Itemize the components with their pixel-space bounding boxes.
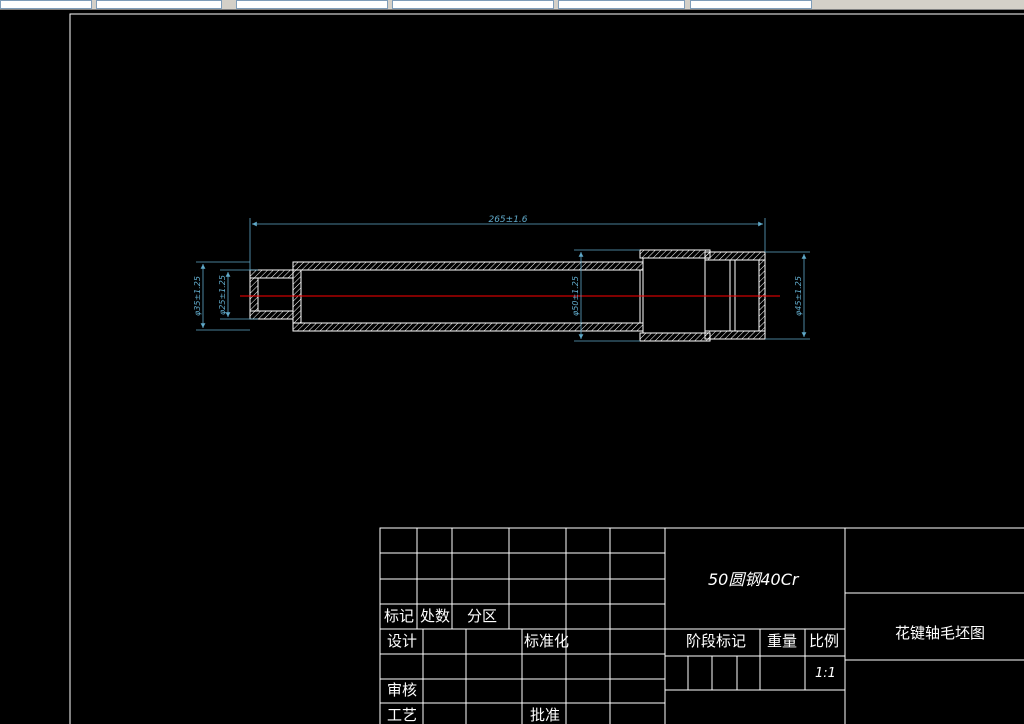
label-scale: 比例 xyxy=(809,632,839,650)
drawing-border xyxy=(69,13,1024,724)
label-stage-mark: 阶段标记 xyxy=(686,632,746,650)
label-zone: 分区 xyxy=(467,607,497,625)
scale-value: 1:1 xyxy=(815,666,836,681)
label-design: 设计 xyxy=(387,632,417,650)
drawing-canvas[interactable]: 265±1.6 φ35±1.25 φ25±1.25 φ50±1.25 φ45±1… xyxy=(0,0,1024,724)
shaft-blank-section[interactable] xyxy=(240,249,780,342)
label-count: 处数 xyxy=(420,607,450,625)
drawing-title: 花键轴毛坯图 xyxy=(895,624,985,642)
dim-dia-45: φ45±1.25 xyxy=(794,276,803,316)
label-mark: 标记 xyxy=(384,607,414,625)
material-text: 50圆钢40Cr xyxy=(708,570,800,589)
label-standardize: 标准化 xyxy=(524,632,569,650)
label-weight: 重量 xyxy=(767,632,797,650)
label-process: 工艺 xyxy=(387,706,417,724)
dim-overall-length: 265±1.6 xyxy=(488,215,527,225)
dim-dia-50: φ50±1.25 xyxy=(571,276,580,316)
label-approve: 批准 xyxy=(530,706,560,724)
dim-dia-25: φ25±1.25 xyxy=(218,275,227,315)
dim-dia-35: φ35±1.25 xyxy=(193,276,202,316)
label-review: 审核 xyxy=(387,681,417,699)
